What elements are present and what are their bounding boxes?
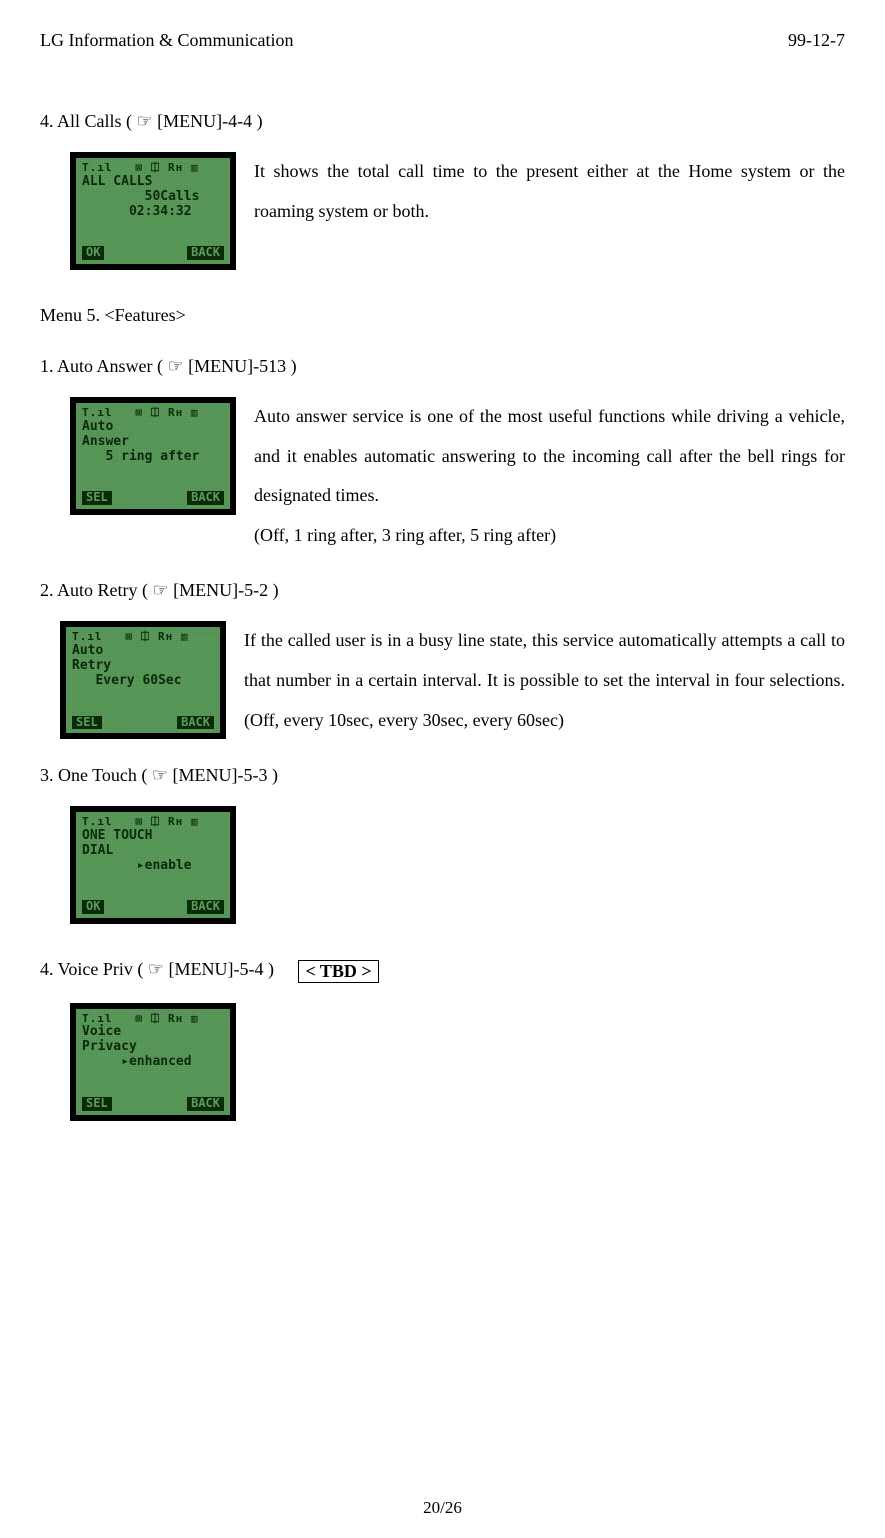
softkey-back: BACK [177, 716, 214, 730]
page-header: LG Information & Communication 99-12-7 [40, 30, 845, 51]
section-all-calls-row: T.ıl ⊠ ⎅ Rн ▥ ALL CALLS 50Calls 02:34:32… [40, 152, 845, 270]
lcd-auto-answer: T.ıl ⊠ ⎅ Rн ▥ Auto Answer 5 ring after S… [70, 397, 236, 515]
tbd-badge: < TBD > [298, 960, 378, 983]
lcd-one-touch: T.ıl ⊠ ⎅ Rн ▥ ONE TOUCH DIAL ▸enable OK … [70, 806, 236, 924]
lcd-softkeys: OK BACK [82, 900, 224, 914]
lcd-body: ALL CALLS 50Calls 02:34:32 [82, 175, 224, 247]
lcd-softkeys: OK BACK [82, 246, 224, 260]
section-one-touch-title: 3. One Touch ( ☞ [MENU]-5-3 ) [40, 765, 845, 786]
softkey-back: BACK [187, 491, 224, 505]
page-footer: 20/26 [0, 1498, 885, 1518]
softkey-sel: SEL [72, 716, 102, 730]
section-all-calls-title: 4. All Calls ( ☞ [MENU]-4-4 ) [40, 111, 845, 132]
lcd-softkeys: SEL BACK [82, 1097, 224, 1111]
section-one-touch-row: T.ıl ⊠ ⎅ Rн ▥ ONE TOUCH DIAL ▸enable OK … [40, 806, 845, 924]
softkey-back: BACK [187, 900, 224, 914]
lcd-body: Auto Answer 5 ring after [82, 420, 224, 492]
desc-all-calls: It shows the total call time to the pres… [254, 152, 845, 231]
softkey-back: BACK [187, 1097, 224, 1111]
lcd-softkeys: SEL BACK [72, 716, 214, 730]
desc-auto-retry: If the called user is in a busy line sta… [244, 621, 845, 740]
section-voice-priv-title: 4. Voice Priv ( ☞ [MENU]-5-4 ) < TBD > [40, 959, 845, 982]
lcd-body: Auto Retry Every 60Sec [72, 644, 214, 716]
softkey-back: BACK [187, 246, 224, 260]
menu5-heading: Menu 5. <Features> [40, 305, 845, 326]
softkey-sel: SEL [82, 1097, 112, 1111]
section-auto-answer-title: 1. Auto Answer ( ☞ [MENU]-513 ) [40, 356, 845, 377]
lcd-body: Voice Privacy ▸enhanced [82, 1025, 224, 1097]
lcd-body: ONE TOUCH DIAL ▸enable [82, 829, 224, 901]
lcd-voice-priv: T.ıl ⊠ ⎅ Rн ▥ Voice Privacy ▸enhanced SE… [70, 1003, 236, 1121]
desc-auto-answer: Auto answer service is one of the most u… [254, 397, 845, 555]
lcd-softkeys: SEL BACK [82, 491, 224, 505]
lcd-auto-retry: T.ıl ⊠ ⎅ Rн ▥ Auto Retry Every 60Sec SEL… [60, 621, 226, 739]
section-auto-retry-row: T.ıl ⊠ ⎅ Rн ▥ Auto Retry Every 60Sec SEL… [40, 621, 845, 740]
header-left: LG Information & Communication [40, 30, 293, 51]
softkey-ok: OK [82, 900, 104, 914]
section-auto-retry-title: 2. Auto Retry ( ☞ [MENU]-5-2 ) [40, 580, 845, 601]
header-right: 99-12-7 [788, 30, 845, 51]
page: LG Information & Communication 99-12-7 4… [0, 0, 885, 1538]
softkey-sel: SEL [82, 491, 112, 505]
lcd-all-calls: T.ıl ⊠ ⎅ Rн ▥ ALL CALLS 50Calls 02:34:32… [70, 152, 236, 270]
section-voice-priv-row: T.ıl ⊠ ⎅ Rн ▥ Voice Privacy ▸enhanced SE… [40, 1003, 845, 1121]
softkey-ok: OK [82, 246, 104, 260]
section-auto-answer-row: T.ıl ⊠ ⎅ Rн ▥ Auto Answer 5 ring after S… [40, 397, 845, 555]
